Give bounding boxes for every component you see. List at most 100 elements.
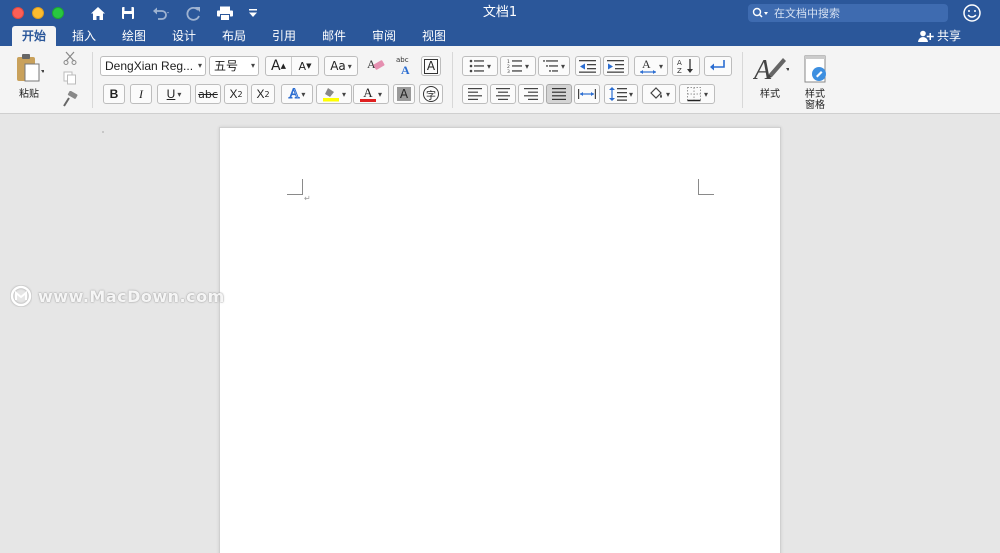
- increase-indent-button[interactable]: [603, 56, 629, 76]
- scissors-icon: [63, 51, 77, 65]
- styles-pane-button[interactable]: [800, 52, 832, 86]
- font-color-swatch: [359, 98, 376, 102]
- ribbon-separator: [92, 52, 93, 108]
- phonetic-guide-button[interactable]: abc A: [392, 54, 418, 76]
- redo-button[interactable]: [184, 3, 204, 23]
- shading-button[interactable]: ▾: [642, 84, 676, 104]
- subscript-button[interactable]: X2: [224, 84, 248, 104]
- watermark: www.MacDown.com: [10, 285, 225, 307]
- text-direction-button[interactable]: A ▾: [634, 56, 668, 76]
- customize-toolbar-button[interactable]: [246, 3, 260, 23]
- tab-insert[interactable]: 插入: [62, 26, 106, 46]
- tab-home[interactable]: 开始: [12, 26, 56, 46]
- decrease-indent-button[interactable]: [575, 56, 601, 76]
- show-paragraph-marks-button[interactable]: [704, 56, 732, 76]
- tab-review[interactable]: 审阅: [362, 26, 406, 46]
- watermark-text: www.MacDown.com: [38, 286, 225, 306]
- text-effects-button[interactable]: A ▾: [281, 84, 313, 104]
- bullets-button[interactable]: ▾: [462, 56, 498, 76]
- enclose-characters-button[interactable]: 字: [419, 84, 443, 104]
- align-right-button[interactable]: [518, 84, 544, 104]
- underline-button[interactable]: U ▾: [157, 84, 191, 104]
- search-input[interactable]: 在文档中搜索: [748, 4, 948, 22]
- tab-design[interactable]: 设计: [162, 26, 206, 46]
- subscript-2: 2: [237, 89, 243, 99]
- bold-button[interactable]: B: [103, 84, 125, 104]
- spacer: [102, 131, 104, 133]
- text-direction-icon: A: [639, 58, 656, 74]
- undo-icon: [153, 7, 169, 20]
- shrink-font-button[interactable]: A ▼: [292, 57, 318, 75]
- copy-icon: [63, 71, 76, 85]
- format-painter-button[interactable]: [60, 90, 80, 108]
- char-border-button[interactable]: A: [421, 56, 441, 76]
- font-name-select[interactable]: DengXian Reg... ▾: [100, 56, 206, 76]
- align-center-button[interactable]: [490, 84, 516, 104]
- svg-text:3: 3: [507, 69, 510, 73]
- tab-mailings[interactable]: 邮件: [312, 26, 356, 46]
- chevron-down-icon: ▾: [377, 89, 382, 99]
- tab-view[interactable]: 视图: [412, 26, 456, 46]
- justify-button[interactable]: [546, 84, 572, 104]
- distributed-align-icon: [578, 89, 596, 99]
- char-shading-button[interactable]: A: [393, 84, 415, 104]
- highlighter-icon: [322, 88, 339, 102]
- copy-button[interactable]: [60, 70, 80, 86]
- paint-bucket-icon: [650, 87, 662, 99]
- tab-layout[interactable]: 布局: [212, 26, 256, 46]
- clear-formatting-button[interactable]: A: [364, 54, 388, 76]
- superscript-2: 2: [264, 89, 270, 99]
- document-page[interactable]: ↵: [219, 127, 781, 553]
- search-icon: [752, 7, 768, 18]
- eraser-icon: A: [367, 57, 385, 71]
- print-icon: [217, 6, 233, 21]
- font-size-select[interactable]: 五号 ▾: [209, 56, 259, 76]
- cut-button[interactable]: [60, 50, 80, 66]
- multilevel-list-button[interactable]: ▾: [538, 56, 570, 76]
- chevron-down-icon: ▾: [524, 61, 529, 71]
- styles-pane-icon: [804, 55, 826, 83]
- chevron-down-icon: ▾: [486, 61, 491, 71]
- print-button[interactable]: [214, 3, 236, 23]
- paste-button[interactable]: [8, 50, 50, 86]
- italic-button[interactable]: I: [130, 84, 152, 104]
- minimize-window-button[interactable]: [32, 7, 44, 19]
- distributed-align-button[interactable]: [574, 84, 600, 104]
- undo-button[interactable]: [147, 3, 175, 23]
- paste-label: 粘贴: [19, 89, 39, 100]
- home-button[interactable]: [88, 3, 108, 23]
- chevron-down-icon: ▾: [628, 89, 633, 99]
- font-name-value: DengXian Reg...: [105, 59, 194, 73]
- styles-gallery-button[interactable]: A: [750, 50, 792, 86]
- borders-button[interactable]: ▾: [679, 84, 715, 104]
- share-button[interactable]: 共享: [918, 26, 961, 46]
- chevron-down-icon: ▾: [703, 89, 708, 99]
- caret-down-icon: ▼: [306, 62, 312, 70]
- highlight-color-button[interactable]: ▾: [316, 84, 352, 104]
- chevron-down-icon: ▾: [347, 61, 352, 71]
- chevron-down-icon: ▾: [177, 89, 182, 99]
- line-spacing-button[interactable]: ▾: [604, 84, 638, 104]
- maximize-window-button[interactable]: [52, 7, 64, 19]
- margin-corner-top-left: [287, 179, 303, 195]
- change-case-button[interactable]: Aa ▾: [324, 56, 358, 76]
- feedback-button[interactable]: [962, 3, 982, 27]
- strikethrough-button[interactable]: abc: [195, 84, 221, 104]
- chevron-down-icon: ▾: [341, 89, 346, 99]
- close-window-button[interactable]: [12, 7, 24, 19]
- ribbon-separator: [742, 52, 743, 108]
- font-color-button[interactable]: A ▾: [353, 84, 389, 104]
- save-button[interactable]: [118, 3, 138, 23]
- grow-font-button[interactable]: A ▲: [266, 57, 293, 75]
- align-left-button[interactable]: [462, 84, 488, 104]
- sort-button[interactable]: AZ: [672, 56, 700, 76]
- home-icon: [91, 6, 105, 20]
- multilevel-list-icon: [542, 60, 558, 72]
- clipboard-icon: [17, 54, 44, 82]
- chevron-down-icon: [249, 9, 257, 17]
- tab-references[interactable]: 引用: [262, 26, 306, 46]
- tab-draw[interactable]: 绘图: [112, 26, 156, 46]
- superscript-button[interactable]: X2: [251, 84, 275, 104]
- bullet-list-icon: [469, 59, 484, 73]
- numbering-button[interactable]: 123 ▾: [500, 56, 536, 76]
